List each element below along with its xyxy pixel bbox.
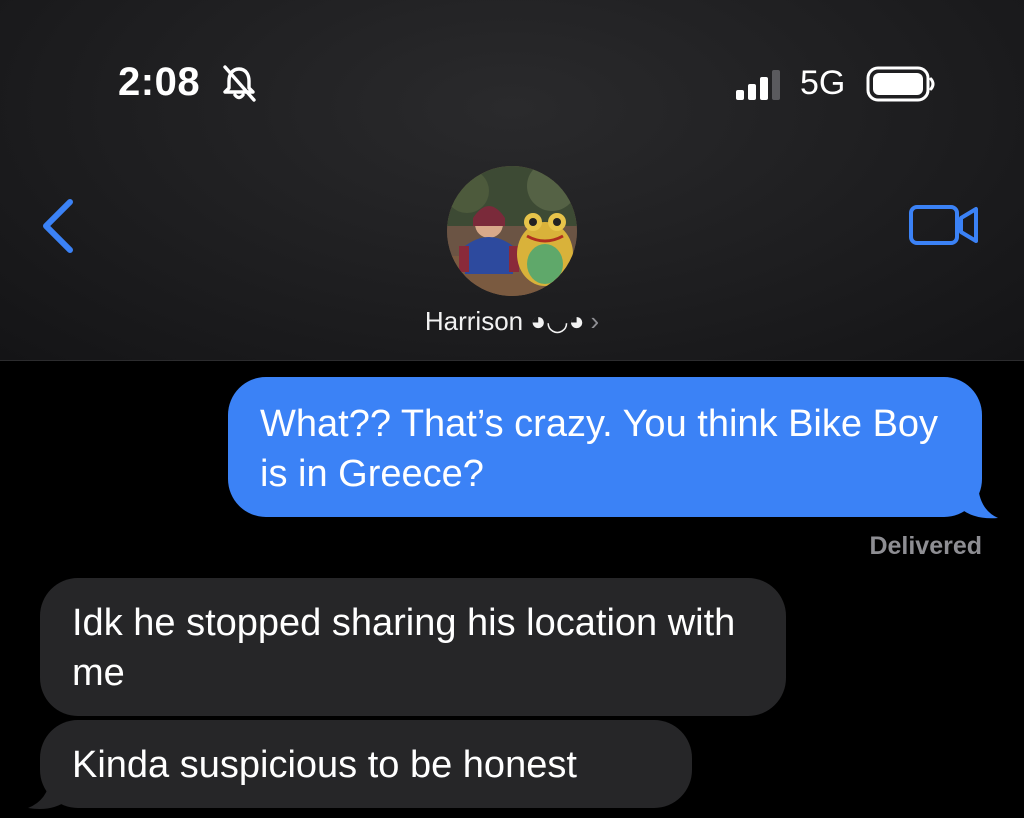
status-time: 2:08	[118, 60, 201, 104]
incoming-message-bubble[interactable]: Kinda suspicious to be honest	[40, 720, 692, 808]
chevron-right-icon: ›	[590, 306, 600, 336]
avatar-photo	[447, 166, 577, 296]
delivered-status: Delivered	[869, 532, 982, 560]
contact-name[interactable]: Harrison ◕◡◕ ›	[0, 306, 1024, 337]
outgoing-message-bubble[interactable]: What?? That’s crazy. You think Bike Boy …	[228, 377, 982, 517]
conversation-header: 2:08 5G Harrison ◕◡◕ ›	[0, 0, 1024, 361]
contact-name-label: Harrison ◕◡◕	[424, 306, 585, 336]
back-chevron-icon[interactable]	[38, 196, 78, 256]
bubble-tail	[28, 778, 68, 809]
battery-icon	[866, 66, 935, 102]
signal-icon	[736, 70, 780, 100]
avatar[interactable]	[447, 166, 577, 296]
network-type: 5G	[800, 64, 846, 102]
incoming-message-bubble[interactable]: Idk he stopped sharing his location with…	[40, 578, 786, 716]
bubble-tail	[960, 486, 998, 519]
video-camera-icon[interactable]	[908, 202, 980, 248]
bell-slash-icon	[223, 65, 256, 102]
